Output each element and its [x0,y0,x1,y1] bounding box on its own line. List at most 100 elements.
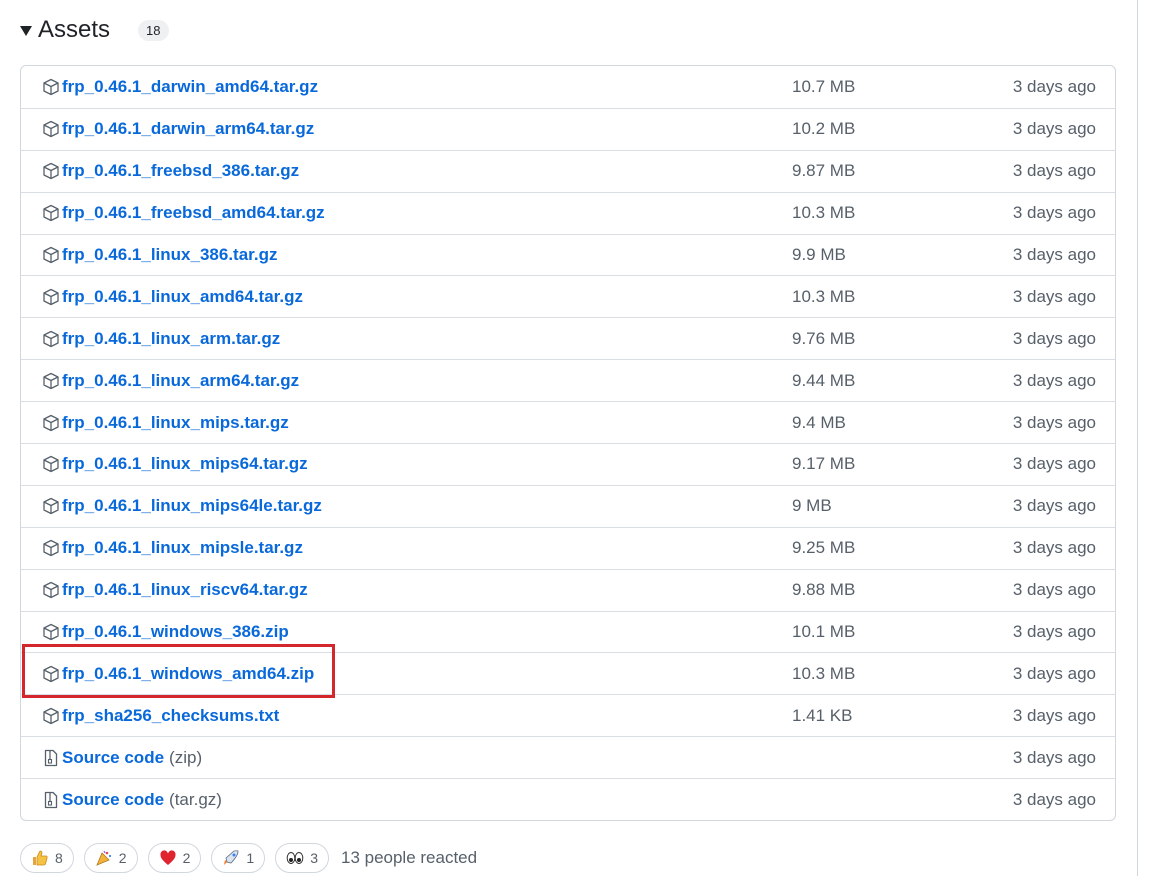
package-icon [42,539,60,557]
asset-size: 9.76 MB [792,328,856,348]
eyes-icon [286,849,304,867]
package-icon [42,78,60,96]
reaction-eyes[interactable]: 3 [275,843,329,873]
asset-row: frp_0.46.1_linux_mips64.tar.gz 9.17 MB 3… [21,443,1115,485]
source-code-zip-link[interactable]: Source code [62,748,164,768]
asset-size: 10.1 MB [792,622,856,642]
package-icon [42,120,60,138]
asset-download-link[interactable]: frp_0.46.1_freebsd_386.tar.gz [62,161,299,181]
reactions-summary: 13 people reacted [340,848,478,867]
asset-download-link[interactable]: frp_0.46.1_linux_mips.tar.gz [62,413,289,433]
asset-row: frp_sha256_checksums.txt 1.41 KB 3 days … [21,694,1115,736]
asset-date: 3 days ago [1012,328,1096,348]
asset-download-link[interactable]: frp_0.46.1_windows_386.zip [62,622,289,642]
party-popper-icon [95,849,113,867]
file-zip-icon [42,749,60,767]
asset-date: 3 days ago [1012,747,1096,767]
asset-row: frp_0.46.1_linux_riscv64.tar.gz 9.88 MB … [21,568,1115,611]
reaction-count: 8 [55,850,63,866]
asset-download-link[interactable]: frp_0.46.1_darwin_arm64.tar.gz [62,119,314,139]
asset-date: 3 days ago [1012,203,1096,223]
package-icon [42,414,60,432]
package-icon [42,162,60,180]
asset-size: 9.88 MB [792,580,856,600]
source-code-row: Source code (tar.gz) 3 days ago [21,778,1115,820]
package-icon [42,623,60,641]
package-icon [42,581,60,599]
package-icon [42,288,60,306]
asset-row: frp_0.46.1_linux_386.tar.gz 9.9 MB 3 day… [21,233,1115,276]
reaction-rocket[interactable]: 1 [211,843,266,873]
asset-size: 10.7 MB [792,76,856,96]
reactions-bar: 8 2 2 1 3 13 people reacted [20,843,477,873]
source-code-targz-link[interactable]: Source code [62,790,164,810]
asset-date: 3 days ago [1012,622,1096,642]
assets-summary-toggle[interactable]: Assets 18 [20,12,169,48]
asset-size: 9.87 MB [792,161,856,181]
asset-date: 3 days ago [1012,538,1096,558]
source-code-format: (zip) [169,747,203,767]
asset-row: frp_0.46.1_freebsd_amd64.tar.gz 10.3 MB … [21,191,1115,234]
package-icon [42,372,60,390]
asset-size: 9.9 MB [792,245,846,264]
asset-download-link[interactable]: frp_0.46.1_linux_386.tar.gz [62,245,277,265]
asset-size: 9 MB [792,496,832,516]
file-zip-icon [42,791,60,809]
asset-size: 10.3 MB [792,286,856,306]
page-right-border [1137,0,1138,876]
asset-date: 3 days ago [1012,286,1096,306]
asset-download-link[interactable]: frp_0.46.1_linux_mipsle.tar.gz [62,538,303,558]
asset-date: 3 days ago [1012,119,1096,139]
asset-size: 10.3 MB [792,203,856,223]
reaction-count: 2 [182,850,191,866]
asset-date: 3 days ago [1012,789,1096,809]
asset-row: frp_0.46.1_linux_mips64le.tar.gz 9 MB 3 … [21,484,1115,527]
asset-date: 3 days ago [1012,454,1096,474]
asset-date: 3 days ago [1012,76,1096,96]
reaction-thumbs-up[interactable]: 8 [20,843,74,873]
reaction-count: 1 [246,850,255,866]
asset-size: 9.4 MB [792,412,846,432]
asset-size: 9.17 MB [792,454,856,474]
package-icon [42,204,60,222]
highlight-box [22,644,335,698]
source-code-format: (tar.gz) [169,789,222,809]
reaction-hooray[interactable]: 2 [83,843,138,873]
asset-size: 9.44 MB [792,370,856,390]
assets-count-badge: 18 [138,19,169,41]
asset-download-link[interactable]: frp_0.46.1_linux_arm.tar.gz [62,329,280,349]
asset-download-link[interactable]: frp_0.46.1_linux_arm64.tar.gz [62,371,299,391]
asset-date: 3 days ago [1012,370,1096,390]
asset-date: 3 days ago [1012,161,1096,181]
asset-download-link[interactable]: frp_0.46.1_linux_riscv64.tar.gz [62,580,308,600]
rocket-icon [222,849,240,867]
reaction-heart[interactable]: 2 [147,843,202,873]
assets-title: Assets [38,16,111,43]
heart-icon [159,849,177,867]
asset-size: 1.41 KB [792,705,853,725]
source-code-row: Source code (zip) 3 days ago [21,736,1115,778]
asset-download-link[interactable]: frp_0.46.1_freebsd_amd64.tar.gz [62,203,325,223]
asset-row: frp_0.46.1_darwin_arm64.tar.gz 10.2 MB 3… [21,107,1115,150]
asset-download-link[interactable]: frp_0.46.1_darwin_amd64.tar.gz [62,77,318,97]
asset-date: 3 days ago [1012,580,1096,600]
asset-row: frp_0.46.1_linux_mips.tar.gz 9.4 MB 3 da… [21,401,1115,443]
asset-download-link[interactable]: frp_0.46.1_linux_mips64.tar.gz [62,454,308,474]
asset-size: 10.2 MB [792,119,856,139]
asset-date: 3 days ago [1012,705,1096,725]
asset-row: frp_0.46.1_darwin_amd64.tar.gz 10.7 MB 3… [21,66,1115,108]
asset-download-link[interactable]: frp_0.46.1_linux_mips64le.tar.gz [62,496,322,516]
asset-date: 3 days ago [1012,496,1096,516]
asset-download-link[interactable]: frp_0.46.1_linux_amd64.tar.gz [62,287,303,307]
asset-size: 10.3 MB [792,663,856,683]
asset-row: frp_0.46.1_linux_arm64.tar.gz 9.44 MB 3 … [21,359,1115,401]
asset-download-link[interactable]: frp_sha256_checksums.txt [62,706,279,726]
asset-size: 9.25 MB [792,538,856,558]
asset-row: frp_0.46.1_linux_amd64.tar.gz 10.3 MB 3 … [21,275,1115,317]
package-icon [42,455,60,473]
thumbs-up-icon [31,849,49,867]
asset-date: 3 days ago [1012,412,1096,432]
reaction-count: 3 [310,850,318,866]
asset-date: 3 days ago [1012,245,1096,264]
asset-row: frp_0.46.1_freebsd_386.tar.gz 9.87 MB 3 … [21,149,1115,192]
